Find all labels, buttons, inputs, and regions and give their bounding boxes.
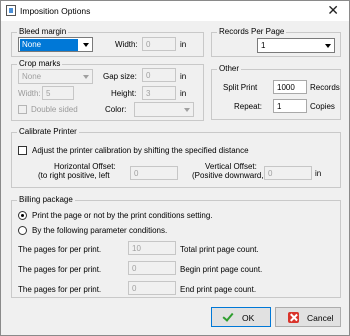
billing-row-label: The pages for per print. [18, 265, 102, 274]
h-offset-label: Horizontal Offset: [54, 162, 116, 171]
bleed-width-input[interactable]: 0 [142, 37, 176, 51]
h-offset-input[interactable]: 0 [130, 166, 178, 180]
gap-size-input[interactable]: 0 [142, 68, 176, 82]
other-group: Other Split Print 1000 Records Repeat: 1… [211, 64, 341, 120]
repeat-label: Repeat: [234, 102, 263, 111]
gap-size-label: Gap size: [103, 72, 137, 81]
ok-button[interactable]: OK [211, 307, 271, 327]
window-title: Imposition Options [20, 6, 91, 16]
total-print-page-input[interactable]: 10 [128, 241, 176, 255]
crop-marks-selected: None [22, 72, 42, 81]
crop-width-input[interactable]: 5 [42, 86, 74, 100]
close-icon[interactable]: ✕ [327, 3, 339, 17]
billing-row-desc: Total print page count. [180, 245, 259, 254]
crop-marks-select[interactable]: None [18, 69, 93, 84]
adjust-calibration-label: Adjust the printer calibration by shifti… [32, 146, 249, 155]
billing-package-legend: Billing package [17, 195, 75, 204]
crop-marks-legend: Crop marks [17, 59, 63, 68]
crop-color-label: Color: [105, 105, 127, 114]
crop-marks-group: Crop marks None Gap size: 0 in Width: 5 … [11, 59, 204, 121]
ok-button-label: OK [242, 313, 255, 323]
bleed-width-unit: in [180, 40, 187, 49]
imposition-options-dialog: Imposition Options ✕ Bleed margin None W… [0, 0, 350, 336]
double-sided-checkbox[interactable] [18, 105, 27, 114]
h-offset-hint: (to right positive, left [38, 171, 110, 180]
repeat-input[interactable]: 1 [273, 99, 307, 113]
adjust-calibration-checkbox[interactable] [18, 146, 27, 155]
crop-height-input[interactable]: 3 [142, 86, 176, 100]
v-offset-input[interactable]: 0 [264, 166, 312, 180]
title-bar: Imposition Options ✕ [1, 1, 349, 21]
bleed-width-label: Width: [115, 40, 138, 49]
billing-row-label: The pages for per print. [18, 285, 102, 294]
crop-width-label: Width: [18, 89, 41, 98]
bleed-margin-group: Bleed margin None Width: 0 in [11, 27, 204, 57]
repeat-unit: Copies [310, 102, 335, 111]
billing-row-label: The pages for per print. [18, 245, 102, 254]
cancel-button[interactable]: Cancel [275, 307, 341, 327]
split-print-unit: Records [310, 83, 340, 92]
chevron-down-icon [83, 43, 89, 47]
check-icon [222, 310, 234, 322]
double-sided-label: Double sided [31, 105, 78, 114]
v-offset-label: Vertical Offset: [205, 162, 257, 171]
records-per-page-selected: 1 [261, 41, 266, 50]
calibrate-printer-legend: Calibrate Printer [17, 127, 79, 136]
other-legend: Other [217, 64, 242, 73]
split-print-input[interactable]: 1000 [273, 80, 307, 94]
end-print-page-input[interactable]: 0 [128, 281, 176, 295]
records-per-page-group: Records Per Page 1 [211, 27, 341, 57]
v-offset-unit: in [315, 169, 322, 178]
app-icon [6, 5, 16, 16]
crop-height-label: Height: [111, 89, 137, 98]
records-per-page-select[interactable]: 1 [257, 38, 335, 53]
cancel-icon [288, 312, 299, 323]
v-offset-hint: (Positive downward, [192, 171, 264, 180]
bleed-margin-select[interactable]: None [18, 37, 93, 52]
split-print-label: Split Print [223, 83, 258, 92]
bleed-margin-legend: Bleed margin [17, 27, 69, 36]
billing-row-desc: Begin print page count. [180, 265, 263, 274]
crop-height-unit: in [180, 89, 187, 98]
chevron-down-icon [184, 108, 190, 112]
billing-option-print-conditions-label: Print the page or not by the print condi… [32, 211, 213, 220]
crop-color-select[interactable] [134, 102, 194, 117]
billing-option-parameters-radio[interactable] [18, 226, 27, 235]
bleed-margin-selected: None [20, 39, 78, 51]
billing-option-print-conditions-radio[interactable] [18, 211, 27, 220]
chevron-down-icon [83, 75, 89, 79]
billing-row-desc: End print page count. [180, 285, 257, 294]
gap-size-unit: in [180, 72, 187, 81]
records-per-page-legend: Records Per Page [217, 27, 287, 36]
billing-option-parameters-label: By the following parameter conditions. [32, 226, 168, 235]
chevron-down-icon [325, 44, 331, 48]
billing-package-group: Billing package Print the page or not by… [11, 195, 341, 298]
calibrate-printer-group: Calibrate Printer Adjust the printer cal… [11, 127, 341, 188]
begin-print-page-input[interactable]: 0 [128, 261, 176, 275]
cancel-button-label: Cancel [307, 313, 334, 323]
